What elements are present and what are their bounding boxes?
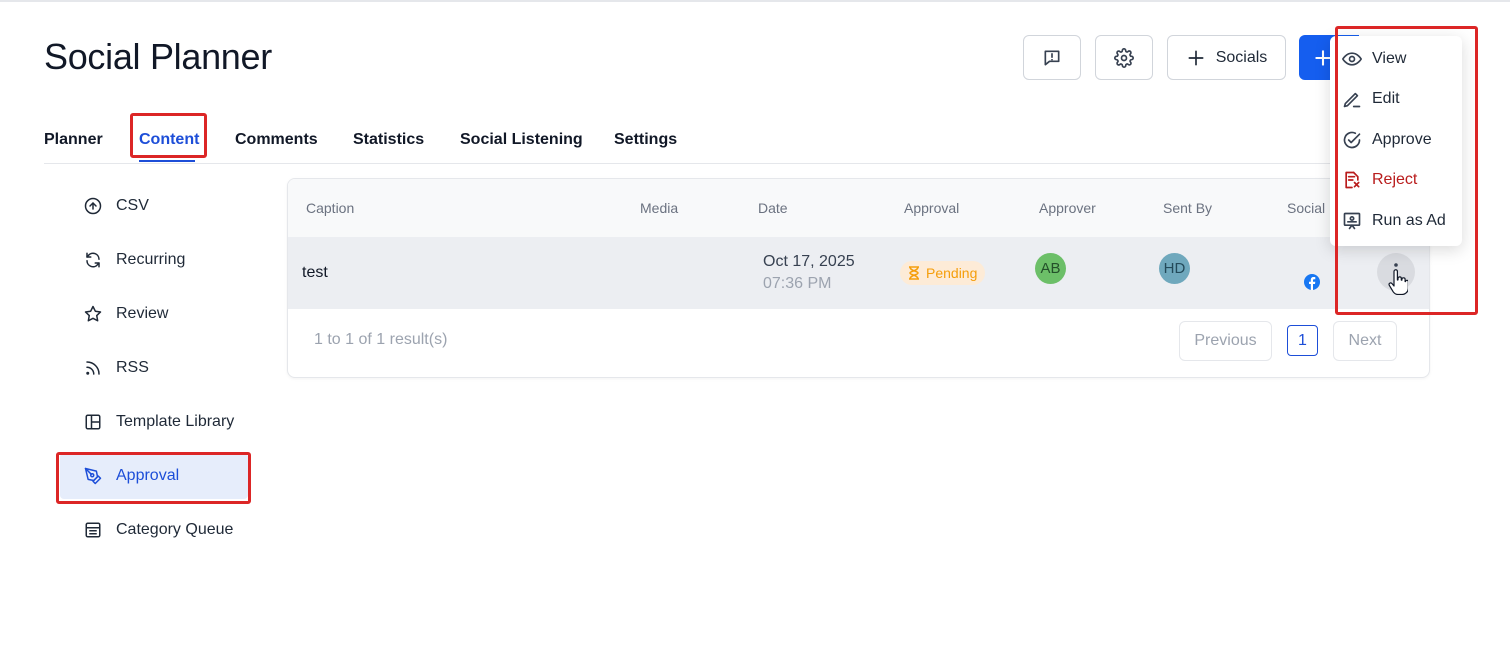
column-header-sent-by: Sent By <box>1163 200 1213 216</box>
approver-avatar: AB <box>1035 253 1066 284</box>
rss-icon <box>86 361 100 375</box>
sent-by-avatar: HD <box>1159 253 1190 284</box>
column-header-approval: Approval <box>904 200 960 216</box>
row-actions-menu: View Edit Approve Reject Run as Ad <box>1330 36 1462 246</box>
facebook-icon <box>1304 274 1320 290</box>
sidebar-item-rss[interactable]: RSS <box>60 345 248 391</box>
next-page-button[interactable]: Next <box>1333 321 1397 361</box>
column-header-caption: Caption <box>306 200 355 216</box>
active-tab-indicator <box>139 160 195 162</box>
tab-planner[interactable]: Planner <box>44 131 103 149</box>
sidebar-item-label: Template Library <box>116 413 235 430</box>
socials-label: Socials <box>1215 48 1268 66</box>
results-summary: 1 to 1 of 1 result(s) <box>314 331 448 348</box>
sidebar-item-label: CSV <box>116 197 149 214</box>
sidebar-item-category-queue[interactable]: Category Queue <box>60 507 248 553</box>
tab-comments[interactable]: Comments <box>235 131 318 149</box>
tab-social-listening[interactable]: Social Listening <box>460 131 583 149</box>
menu-item-label: Edit <box>1372 90 1400 107</box>
tab-settings[interactable]: Settings <box>614 131 677 149</box>
eye-icon <box>1342 52 1362 66</box>
top-border <box>0 0 1510 2</box>
status-label: Pending <box>926 265 978 281</box>
menu-item-label: Reject <box>1372 171 1418 188</box>
avatar-initials: AB <box>1040 260 1061 277</box>
feedback-button[interactable] <box>1023 35 1081 80</box>
sidebar-item-template-library[interactable]: Template Library <box>60 399 248 445</box>
pen-tool-icon <box>84 467 102 485</box>
upload-circle-icon <box>84 197 102 215</box>
template-icon <box>85 414 101 430</box>
gear-icon <box>1114 47 1134 68</box>
sidebar-item-review[interactable]: Review <box>60 291 248 337</box>
table-header: Caption Media Date Approval Approver Sen… <box>288 179 1429 237</box>
sidebar-item-recurring[interactable]: Recurring <box>60 237 248 283</box>
menu-item-approve[interactable]: Approve <box>1342 125 1457 155</box>
reject-doc-icon <box>1345 171 1360 189</box>
hand-cursor-icon <box>1388 269 1408 295</box>
table-row[interactable]: test Oct 17, 2025 07:36 PM Pending AB HD <box>288 237 1429 309</box>
pencil-icon <box>1343 92 1361 108</box>
refresh-icon <box>86 252 100 268</box>
date-cell: Oct 17, 2025 <box>763 253 855 270</box>
star-icon <box>84 305 102 322</box>
column-header-social: Social <box>1287 200 1326 216</box>
hourglass-icon <box>909 266 919 280</box>
ad-icon <box>1343 212 1361 230</box>
tab-content[interactable]: Content <box>139 131 199 149</box>
sidebar-item-csv[interactable]: CSV <box>60 183 248 229</box>
menu-item-edit[interactable]: Edit <box>1342 84 1457 114</box>
plus-icon <box>1188 50 1204 65</box>
caption-cell: test <box>302 264 328 281</box>
time-cell: 07:36 PM <box>763 275 832 292</box>
column-header-approver: Approver <box>1039 200 1096 216</box>
add-socials-button[interactable]: Socials <box>1167 35 1286 80</box>
check-circle-icon <box>1343 131 1361 149</box>
menu-item-view[interactable]: View <box>1342 44 1457 74</box>
sidebar-item-label: Recurring <box>116 251 186 268</box>
sidebar-item-label: Category Queue <box>116 521 234 538</box>
tab-bar: Planner Content Comments Statistics Soci… <box>44 128 1434 164</box>
tab-statistics[interactable]: Statistics <box>353 131 424 149</box>
sidebar-item-label: Review <box>116 305 169 322</box>
status-badge: Pending <box>900 261 986 285</box>
menu-item-reject[interactable]: Reject <box>1342 165 1457 195</box>
menu-item-run-as-ad[interactable]: Run as Ad <box>1342 206 1457 236</box>
sidebar-item-label: RSS <box>116 359 149 376</box>
previous-page-button[interactable]: Previous <box>1179 321 1272 361</box>
column-header-date: Date <box>758 200 788 216</box>
list-icon <box>85 522 101 538</box>
column-header-media: Media <box>640 200 679 216</box>
approval-table-card: Caption Media Date Approval Approver Sen… <box>287 178 1430 378</box>
menu-item-label: Run as Ad <box>1372 212 1446 229</box>
feedback-icon <box>1044 50 1060 65</box>
avatar-initials: HD <box>1163 260 1186 277</box>
page-title: Social Planner <box>44 36 272 77</box>
menu-item-label: View <box>1372 50 1407 67</box>
page-number-button[interactable]: 1 <box>1287 325 1318 356</box>
sidebar-item-approval[interactable]: Approval <box>60 453 248 499</box>
settings-button[interactable] <box>1095 35 1153 80</box>
sidebar-item-label: Approval <box>116 467 180 484</box>
menu-item-label: Approve <box>1372 131 1432 148</box>
